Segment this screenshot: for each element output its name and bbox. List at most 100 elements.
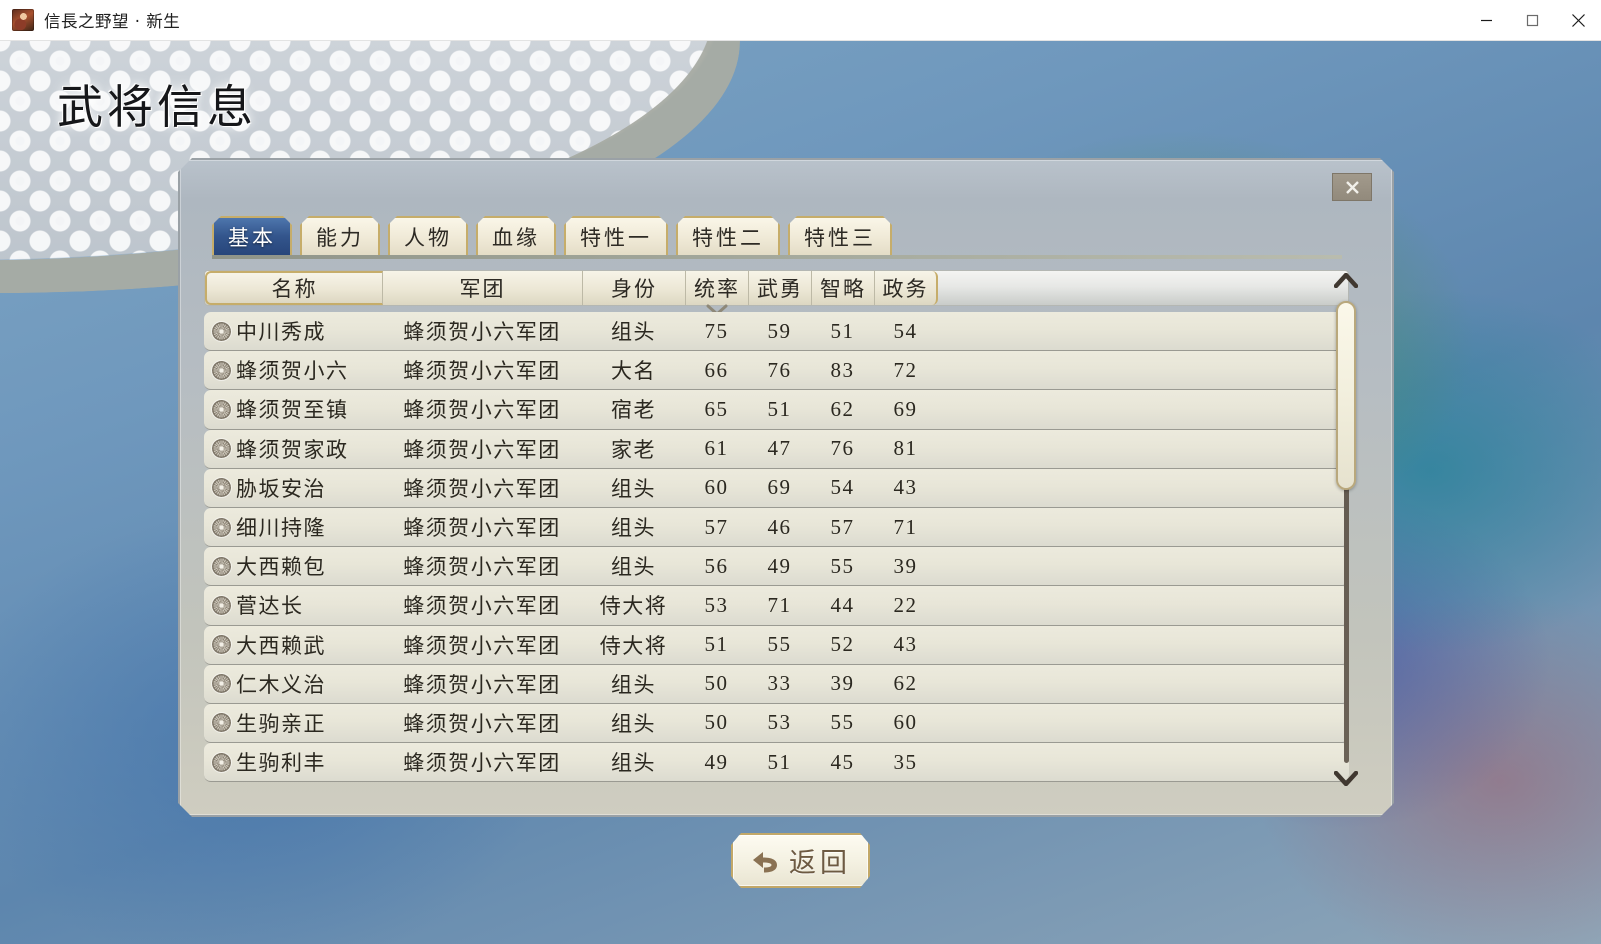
maximize-button[interactable] bbox=[1509, 0, 1555, 40]
cell-text: 蜂须贺小六军团 bbox=[403, 398, 561, 423]
table-row[interactable]: 生驹利丰 蜂须贺小六军团 组头 49 51 45 35 bbox=[204, 743, 1349, 782]
cell-command: 50 bbox=[685, 710, 748, 735]
cell-text: 组头 bbox=[611, 476, 656, 501]
column-header-label: 智略 bbox=[820, 277, 866, 301]
cell-rank: 组头 bbox=[582, 316, 685, 346]
close-icon bbox=[1344, 179, 1361, 196]
cell-intellect: 55 bbox=[811, 710, 874, 735]
table-row[interactable]: 仁木义治 蜂须贺小六军团 组头 50 33 39 62 bbox=[204, 665, 1349, 704]
cell-rank: 家老 bbox=[582, 434, 685, 464]
column-header-rank[interactable]: 身份 bbox=[583, 271, 686, 305]
clan-crest-icon bbox=[212, 557, 231, 576]
scrollbar-thumb[interactable] bbox=[1336, 301, 1356, 490]
cell-text: 43 bbox=[893, 632, 918, 657]
cell-command: 56 bbox=[685, 554, 748, 579]
cell-text: 52 bbox=[830, 632, 855, 657]
cell-text: 组头 bbox=[611, 516, 656, 541]
return-button[interactable]: 返回 bbox=[731, 833, 870, 888]
table-header-row: 名称 军团 身份 统率 武勇 智略 政务 bbox=[204, 270, 1349, 306]
table-scrollbar[interactable] bbox=[1332, 270, 1360, 794]
column-header-label: 统率 bbox=[694, 277, 740, 301]
cell-text: 50 bbox=[704, 710, 729, 735]
cell-corps: 蜂须贺小六军团 bbox=[382, 434, 582, 464]
column-header-label: 武勇 bbox=[757, 277, 803, 301]
tab-3[interactable]: 血缘 bbox=[476, 216, 556, 256]
column-header-valor[interactable]: 武勇 bbox=[749, 271, 812, 305]
cell-intellect: 51 bbox=[811, 319, 874, 344]
cell-text: 55 bbox=[830, 710, 855, 735]
table-row[interactable]: 蜂须贺小六 蜂须贺小六军团 大名 66 76 83 72 bbox=[204, 351, 1349, 390]
cell-text: 56 bbox=[704, 553, 729, 578]
column-header-intellect[interactable]: 智略 bbox=[812, 271, 875, 305]
back-arrow-icon bbox=[750, 847, 782, 875]
cell-text: 蜂须贺小六军团 bbox=[403, 476, 561, 501]
minimize-button[interactable] bbox=[1463, 0, 1509, 40]
tab-5[interactable]: 特性二 bbox=[676, 216, 780, 256]
cell-text: 中川秀成 bbox=[236, 320, 326, 345]
cell-text: 生驹利丰 bbox=[236, 751, 326, 776]
tab-0[interactable]: 基本 bbox=[212, 216, 292, 256]
cell-text: 蜂须贺小六军团 bbox=[403, 320, 561, 345]
cell-text: 细川持隆 bbox=[236, 516, 326, 541]
cell-text: 60 bbox=[893, 710, 918, 735]
cell-intellect: 45 bbox=[811, 750, 874, 775]
column-header-label: 名称 bbox=[271, 277, 318, 301]
table-row[interactable]: 菅达长 蜂须贺小六军团 侍大将 53 71 44 22 bbox=[204, 586, 1349, 625]
tab-1[interactable]: 能力 bbox=[300, 216, 380, 256]
table-row[interactable]: 蜂须贺至镇 蜂须贺小六军团 宿老 65 51 62 69 bbox=[204, 390, 1349, 429]
column-header-command[interactable]: 统率 bbox=[686, 271, 749, 305]
table-row[interactable]: 胁坂安治 蜂须贺小六军团 组头 60 69 54 43 bbox=[204, 469, 1349, 508]
table-row[interactable]: 中川秀成 蜂须贺小六军团 组头 75 59 51 54 bbox=[204, 312, 1349, 351]
cell-corps: 蜂须贺小六军团 bbox=[382, 394, 582, 424]
cell-corps: 蜂须贺小六军团 bbox=[382, 747, 582, 777]
tab-4[interactable]: 特性一 bbox=[564, 216, 668, 256]
cell-command: 51 bbox=[685, 632, 748, 657]
cell-text: 大名 bbox=[611, 359, 656, 384]
table-row[interactable]: 大西赖包 蜂须贺小六军团 组头 56 49 55 39 bbox=[204, 547, 1349, 586]
column-header-corps[interactable]: 军团 bbox=[383, 271, 583, 305]
clan-crest-icon bbox=[212, 635, 231, 654]
column-header-label: 军团 bbox=[459, 277, 506, 301]
cell-text: 组头 bbox=[611, 711, 656, 736]
cell-text: 39 bbox=[893, 553, 918, 578]
cell-politics: 22 bbox=[874, 593, 937, 618]
scroll-up-button[interactable] bbox=[1334, 270, 1358, 296]
scroll-down-button[interactable] bbox=[1334, 768, 1358, 794]
clan-crest-icon bbox=[212, 674, 231, 693]
table-row[interactable]: 蜂须贺家政 蜂须贺小六军团 家老 61 47 76 81 bbox=[204, 430, 1349, 469]
column-header-name[interactable]: 名称 bbox=[205, 271, 383, 305]
window-titlebar: 信長之野望 · 新生 bbox=[0, 0, 1601, 41]
cell-text: 44 bbox=[830, 592, 855, 617]
cell-politics: 60 bbox=[874, 710, 937, 735]
cell-text: 蜂须贺小六军团 bbox=[403, 594, 561, 619]
cell-valor: 53 bbox=[748, 710, 811, 735]
cell-name: 细川持隆 bbox=[204, 512, 382, 542]
cell-text: 65 bbox=[704, 396, 729, 421]
cell-text: 54 bbox=[893, 318, 918, 343]
cell-text: 61 bbox=[704, 436, 729, 461]
cell-valor: 51 bbox=[748, 750, 811, 775]
scrollbar-track[interactable] bbox=[1344, 301, 1349, 763]
table-row[interactable]: 大西赖武 蜂须贺小六军团 侍大将 51 55 52 43 bbox=[204, 626, 1349, 665]
close-panel-button[interactable] bbox=[1332, 173, 1372, 201]
cell-intellect: 76 bbox=[811, 436, 874, 461]
cell-intellect: 57 bbox=[811, 515, 874, 540]
app-icon bbox=[12, 9, 34, 31]
cell-text: 蜂须贺小六军团 bbox=[403, 672, 561, 697]
table-row[interactable]: 细川持隆 蜂须贺小六军团 组头 57 46 57 71 bbox=[204, 508, 1349, 547]
cell-text: 55 bbox=[767, 632, 792, 657]
cell-text: 57 bbox=[830, 514, 855, 539]
column-header-politics[interactable]: 政务 bbox=[875, 271, 938, 305]
cell-command: 50 bbox=[685, 671, 748, 696]
cell-name: 生驹亲正 bbox=[204, 708, 382, 738]
cell-name: 胁坂安治 bbox=[204, 473, 382, 503]
cell-text: 39 bbox=[830, 671, 855, 696]
cell-text: 59 bbox=[767, 318, 792, 343]
tab-2[interactable]: 人物 bbox=[388, 216, 468, 256]
cell-text: 71 bbox=[893, 514, 918, 539]
close-window-button[interactable] bbox=[1555, 0, 1601, 40]
tab-6[interactable]: 特性三 bbox=[788, 216, 892, 256]
cell-command: 57 bbox=[685, 515, 748, 540]
cell-name: 蜂须贺家政 bbox=[204, 434, 382, 464]
table-row[interactable]: 生驹亲正 蜂须贺小六军团 组头 50 53 55 60 bbox=[204, 704, 1349, 743]
